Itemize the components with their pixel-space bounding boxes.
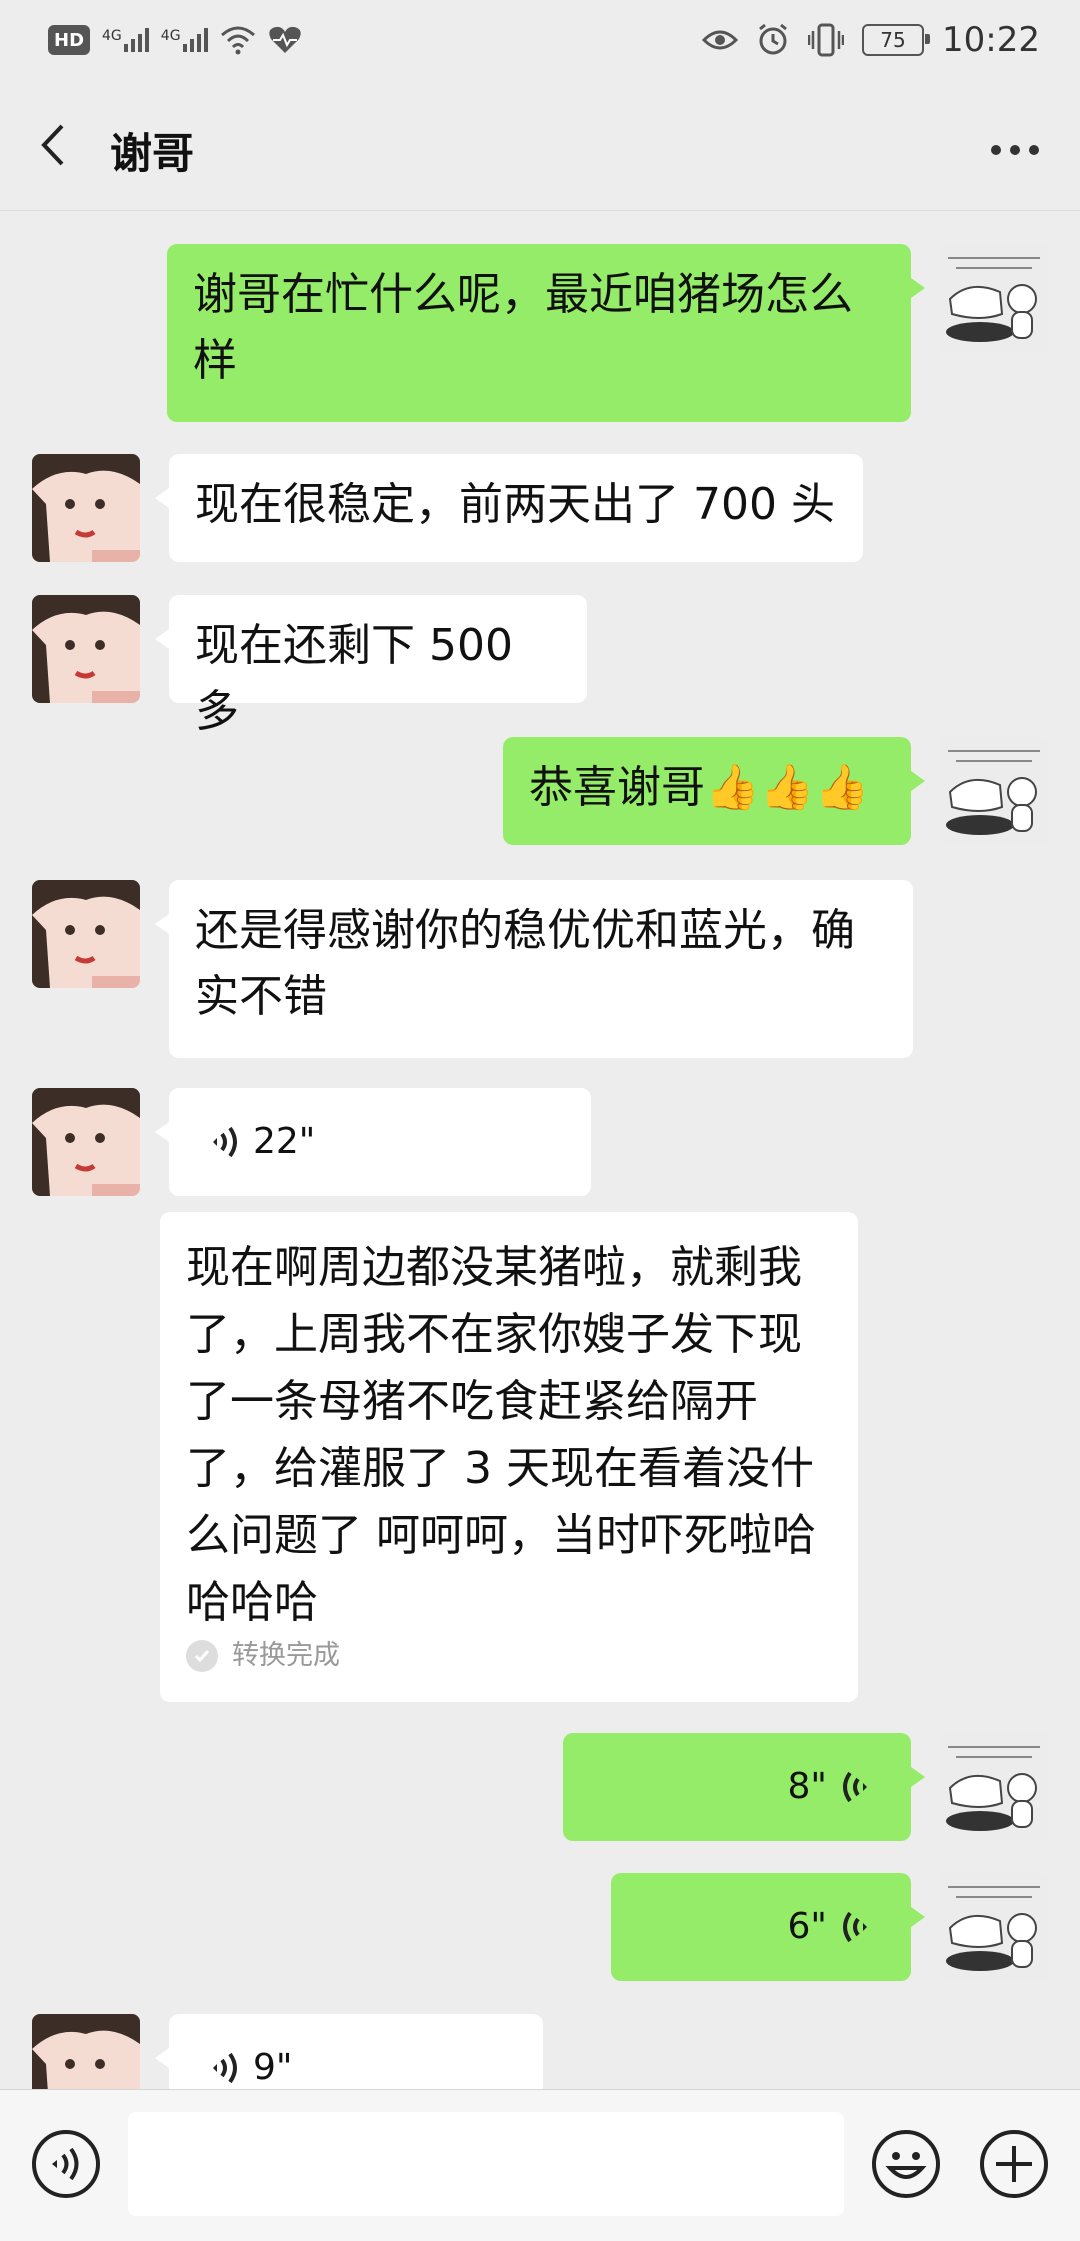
transcript-text: 现在啊周边都没某猪啦，就剩我了，上周我不在家你嫂子发下现了一条母猪不吃食赶紧给隔… xyxy=(186,1242,816,1628)
contact-avatar[interactable] xyxy=(32,454,140,562)
alarm-icon xyxy=(759,23,787,55)
contact-avatar[interactable] xyxy=(32,1088,140,1196)
contact-photo xyxy=(32,1088,140,1196)
message-bubble-received[interactable]: 现在还剩下 500 多 xyxy=(155,595,587,737)
input-bar xyxy=(0,2089,1080,2241)
voice-message-received[interactable]: 22" xyxy=(155,1088,591,1196)
voice-wave-icon xyxy=(843,1911,867,1943)
thumbs-up-emoji: 👍👍👍 xyxy=(705,762,870,813)
message-bubble-received[interactable]: 还是得感谢你的稳优优和蓝光，确实不错 xyxy=(155,880,913,1058)
cartoon-avatar-image xyxy=(940,244,1048,352)
battery-icon: 75 xyxy=(862,24,931,56)
voice-duration: 8" xyxy=(787,1766,827,1807)
message-text: 恭喜谢哥 xyxy=(529,762,705,813)
message-text: 现在还剩下 500 多 xyxy=(195,620,513,737)
message-content: 恭喜谢哥👍👍👍 xyxy=(529,755,885,821)
check-mark xyxy=(194,1650,210,1663)
eye-icon xyxy=(702,30,739,50)
heart-rate-icon xyxy=(268,26,301,53)
wifi-icon xyxy=(220,26,255,55)
contact-photo xyxy=(32,2014,140,2089)
more-dots-icon[interactable] xyxy=(990,128,1040,158)
signal-4g-icon: 4G xyxy=(102,28,149,52)
message-input[interactable] xyxy=(128,2112,844,2216)
hd-icon: HD xyxy=(48,25,91,55)
more-dots-graphic xyxy=(991,145,1039,155)
message-list[interactable]: 谢哥在忙什么呢，最近咱猪场怎么样 现在很稳定，前两天出了 700 头 现在还剩下… xyxy=(0,211,1080,2089)
my-avatar[interactable] xyxy=(940,1733,1048,1841)
cartoon-avatar-image xyxy=(940,1873,1048,1981)
voice-message-sent[interactable]: 6" xyxy=(611,1873,925,1981)
chat-header: 谢哥 xyxy=(0,80,1080,211)
cartoon-avatar-image xyxy=(940,737,1048,845)
transcript-status: 转换完成 xyxy=(186,1636,832,1676)
my-avatar[interactable] xyxy=(940,1873,1048,1981)
message-bubble-sent[interactable]: 恭喜谢哥👍👍👍 xyxy=(503,737,925,845)
voice-message-content: 22" xyxy=(209,1106,551,1178)
voice-wave-icon xyxy=(213,1126,237,1158)
voice-message-content: 8" xyxy=(603,1751,871,1823)
contact-photo xyxy=(32,454,140,562)
voice-duration: 9" xyxy=(253,2047,293,2088)
voice-message-content: 9" xyxy=(209,2032,503,2089)
voice-duration: 6" xyxy=(787,1906,827,1947)
voice-wave-icon xyxy=(213,2052,237,2084)
signal-4g-icon: 4G xyxy=(161,28,208,52)
message-text: 还是得感谢你的稳优优和蓝光，确实不错 xyxy=(195,905,855,1022)
contact-photo xyxy=(32,880,140,988)
my-avatar[interactable] xyxy=(940,244,1048,352)
check-circle-icon xyxy=(186,1640,218,1672)
plus-icon[interactable] xyxy=(978,2128,1050,2200)
message-bubble-sent[interactable]: 谢哥在忙什么呢，最近咱猪场怎么样 xyxy=(167,244,925,422)
network-label: 4G xyxy=(160,28,181,44)
message-text: 谢哥在忙什么呢，最近咱猪场怎么样 xyxy=(193,269,853,386)
contact-avatar[interactable] xyxy=(32,880,140,988)
chat-title: 谢哥 xyxy=(110,129,195,178)
message-bubble-received[interactable]: 现在很稳定，前两天出了 700 头 xyxy=(155,454,863,562)
status-bar: HD 4G 4G 75 10:22 xyxy=(0,0,1080,80)
vibrate-icon xyxy=(808,23,845,57)
clock-time: 10:22 xyxy=(942,20,1040,60)
contact-avatar[interactable] xyxy=(32,595,140,703)
emoji-icon[interactable] xyxy=(870,2128,942,2200)
contact-photo xyxy=(32,595,140,703)
voice-input-icon[interactable] xyxy=(30,2128,102,2200)
transcript-status-label: 转换完成 xyxy=(232,1640,340,1671)
network-label: 4G xyxy=(102,28,122,44)
message-text: 现在很稳定，前两天出了 700 头 xyxy=(195,479,835,530)
voice-message-content: 6" xyxy=(651,1891,871,1963)
contact-avatar[interactable] xyxy=(32,2014,140,2089)
voice-transcript-card[interactable]: 现在啊周边都没某猪啦，就剩我了，上周我不在家你嫂子发下现了一条母猪不吃食赶紧给隔… xyxy=(160,1212,858,1702)
my-avatar[interactable] xyxy=(940,737,1048,845)
back-chevron-icon[interactable] xyxy=(30,118,80,172)
cartoon-avatar-image xyxy=(940,1733,1048,1841)
voice-wave-icon xyxy=(843,1771,867,1803)
voice-message-sent[interactable]: 8" xyxy=(563,1733,925,1841)
battery-level: 75 xyxy=(880,28,906,52)
voice-message-received[interactable]: 9" xyxy=(155,2014,543,2089)
voice-duration: 22" xyxy=(253,1121,316,1162)
